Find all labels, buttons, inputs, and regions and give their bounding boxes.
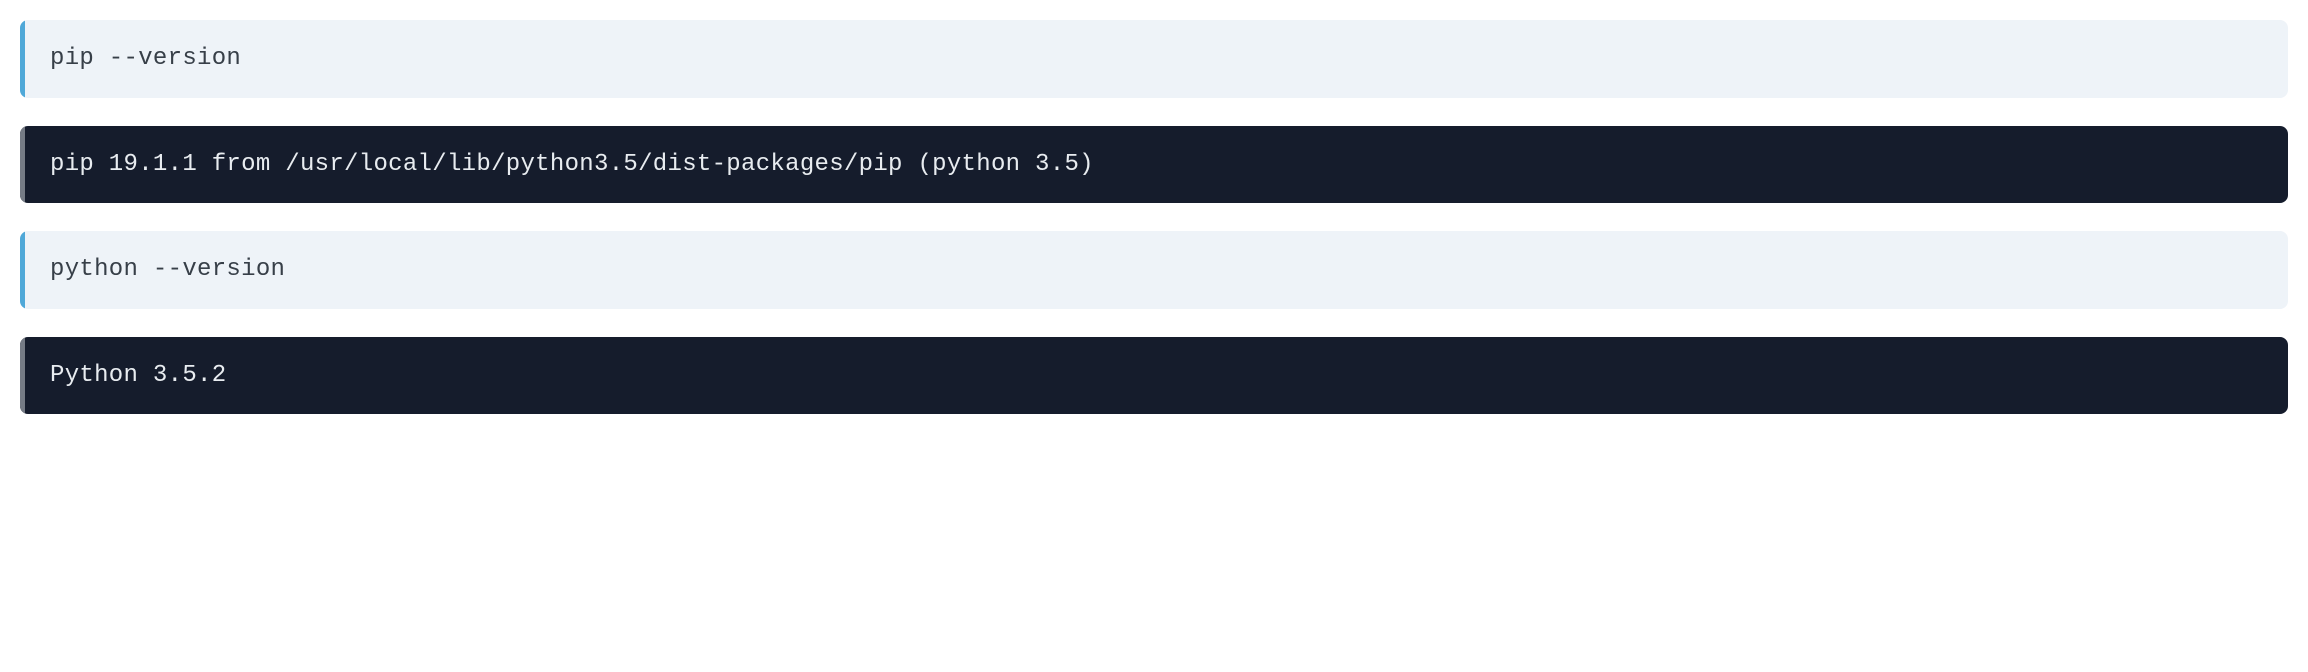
- output-text: Python 3.5.2: [50, 362, 226, 389]
- output-text: pip 19.1.1 from /usr/local/lib/python3.5…: [50, 151, 1094, 178]
- command-output-block: Python 3.5.2: [20, 337, 2288, 415]
- command-input-block: python --version: [20, 231, 2288, 309]
- command-text: pip --version: [50, 45, 241, 72]
- command-output-block: pip 19.1.1 from /usr/local/lib/python3.5…: [20, 126, 2288, 204]
- command-input-block: pip --version: [20, 20, 2288, 98]
- command-text: python --version: [50, 256, 285, 283]
